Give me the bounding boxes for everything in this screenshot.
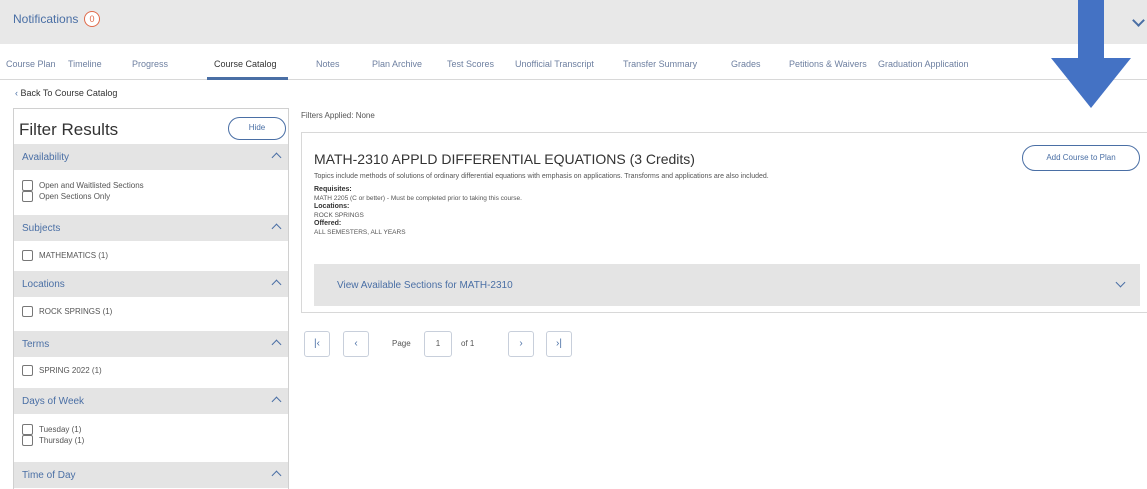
section-label: Subjects [22,223,61,234]
tab-petitions-waivers[interactable]: Petitions & Waivers [789,59,867,69]
chevron-down-icon[interactable] [1115,277,1126,288]
chevron-up-icon[interactable] [271,339,282,350]
next-page-icon: › [519,338,523,349]
notifications-count-badge: 0 [84,11,100,27]
course-description: Topics include methods of solutions of o… [314,173,769,180]
filter-title: Filter Results [19,120,119,139]
tab-notes[interactable]: Notes [316,59,340,69]
notifications-bar[interactable]: Notifications 0 [0,0,1147,44]
sections-label: View Available Sections for MATH-2310 [337,280,513,291]
chevron-up-icon[interactable] [271,152,282,163]
course-title: MATH-2310 APPLD DIFFERENTIAL EQUATIONS (… [314,151,695,167]
tab-plan-archive[interactable]: Plan Archive [372,59,422,69]
offered-label: Offered: [314,220,342,227]
option-label: ROCK SPRINGS (1) [39,307,113,316]
section-label: Time of Day [22,470,76,481]
tab-test-scores[interactable]: Test Scores [447,59,494,69]
previous-page-button[interactable]: ‹ [343,331,369,357]
option-label: Thursday (1) [39,436,85,445]
back-to-course-catalog-link[interactable]: ‹ Back To Course Catalog [15,88,117,98]
requisites-value: MATH 2205 (C or better) - Must be comple… [314,195,522,202]
tab-timeline[interactable]: Timeline [68,59,102,69]
section-label: Days of Week [22,396,85,407]
tab-progress[interactable]: Progress [132,59,168,69]
next-page-button[interactable]: › [508,331,534,357]
checkbox[interactable] [22,306,33,317]
section-label: Locations [22,279,65,290]
active-tab-indicator [207,77,288,80]
back-link-label: Back To Course Catalog [20,88,118,98]
chevron-up-icon[interactable] [271,396,282,407]
checkbox[interactable] [22,191,33,202]
section-label: Availability [22,152,70,163]
first-page-button[interactable]: |‹ [304,331,330,357]
checkbox[interactable] [22,424,33,435]
page-of-label: of 1 [461,339,475,348]
course-card: MATH-2310 APPLD DIFFERENTIAL EQUATIONS (… [301,132,1147,313]
tab-unofficial-transcript[interactable]: Unofficial Transcript [515,59,594,69]
option-label: SPRING 2022 (1) [39,366,102,375]
filter-section-time-of-day[interactable]: Time of Day [14,462,288,488]
chevron-up-icon[interactable] [271,470,282,481]
tab-bar: Course Plan Timeline Progress Course Cat… [0,44,1147,80]
locations-label: Locations: [314,203,350,210]
add-course-to-plan-button[interactable]: Add Course to Plan [1022,145,1140,171]
filters-applied-text: Filters Applied: None [301,111,375,120]
chevron-down-icon[interactable] [1132,14,1145,27]
requisites-label: Requisites: [314,186,352,193]
filter-section-terms[interactable]: Terms [14,331,288,357]
option-label: Open Sections Only [39,192,111,201]
notifications-label[interactable]: Notifications [13,12,78,26]
checkbox[interactable] [22,250,33,261]
last-page-button[interactable]: ›| [546,331,572,357]
offered-value: ALL SEMESTERS, ALL YEARS [314,229,406,236]
tab-graduation-application[interactable]: Graduation Application [878,59,969,69]
first-page-icon: |‹ [314,338,320,349]
checkbox[interactable] [22,435,33,446]
option-label: MATHEMATICS (1) [39,251,109,260]
checkbox[interactable] [22,180,33,191]
chevron-left-icon: ‹ [15,88,18,98]
hide-filters-button[interactable]: Hide [228,117,286,140]
last-page-icon: ›| [556,338,562,349]
checkbox[interactable] [22,365,33,376]
filter-sidebar: Filter Results Hide Availability Open an… [13,108,289,489]
chevron-up-icon[interactable] [271,279,282,290]
prev-page-icon: ‹ [354,338,358,349]
filter-section-availability[interactable]: Availability [14,144,288,170]
filter-section-locations[interactable]: Locations [14,271,288,297]
filter-section-days-of-week[interactable]: Days of Week [14,388,288,414]
tab-course-catalog[interactable]: Course Catalog [214,59,277,69]
view-available-sections-toggle[interactable]: View Available Sections for MATH-2310 [314,264,1140,306]
section-label: Terms [22,339,50,350]
chevron-up-icon[interactable] [271,223,282,234]
locations-value: ROCK SPRINGS [314,212,364,219]
page-label: Page [392,339,411,348]
filter-section-subjects[interactable]: Subjects [14,215,288,241]
tab-grades[interactable]: Grades [731,59,761,69]
option-label: Open and Waitlisted Sections [39,181,144,190]
down-arrow-annotation-icon [1051,0,1131,108]
tab-course-plan[interactable]: Course Plan [6,59,56,69]
option-label: Tuesday (1) [39,425,82,434]
filter-header: Filter Results Hide [14,109,288,147]
page-number-input[interactable]: 1 [424,331,452,357]
tab-transfer-summary[interactable]: Transfer Summary [623,59,697,69]
